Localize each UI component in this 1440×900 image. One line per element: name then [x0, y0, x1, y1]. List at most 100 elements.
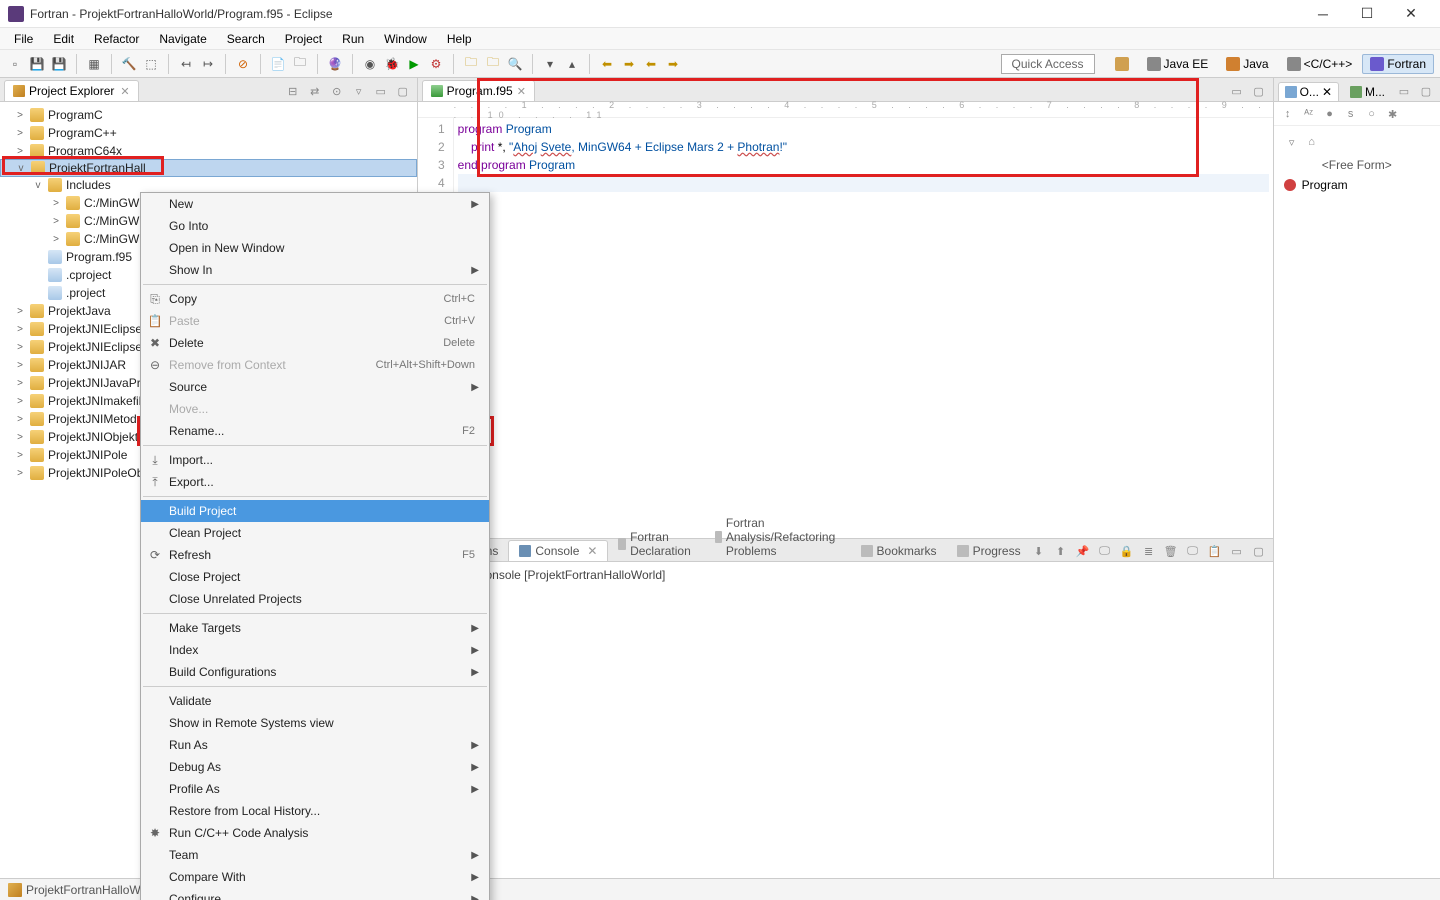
focus-icon[interactable]: ✱: [1385, 106, 1401, 122]
binary-icon[interactable]: ⬚: [142, 55, 160, 73]
display-icon[interactable]: 🖵: [1097, 543, 1113, 559]
menu-window[interactable]: Window: [374, 30, 437, 48]
build-icon[interactable]: 🔨: [120, 55, 138, 73]
menu-item-export---[interactable]: ⤒Export...: [141, 471, 489, 493]
shift-left-icon[interactable]: ↤: [177, 55, 195, 73]
menu-run[interactable]: Run: [332, 30, 374, 48]
scroll-lock-icon[interactable]: 🔒: [1119, 543, 1135, 559]
menu-item-close-unrelated-projects[interactable]: Close Unrelated Projects: [141, 588, 489, 610]
menu-item-run-c-c---code-analysis[interactable]: ✸Run C/C++ Code Analysis: [141, 822, 489, 844]
pin-icon[interactable]: 📌: [1075, 543, 1091, 559]
menu-item-build-project[interactable]: Build Project: [141, 500, 489, 522]
up-arrow-icon[interactable]: ⬆: [1053, 543, 1069, 559]
menu-item-team[interactable]: Team▶: [141, 844, 489, 866]
tree-item[interactable]: >ProgramC++: [0, 124, 417, 142]
perspective-javaee[interactable]: Java EE: [1139, 54, 1217, 74]
close-button[interactable]: ✕: [1398, 4, 1424, 24]
menu-item-show-in-remote-systems-view[interactable]: Show in Remote Systems view: [141, 712, 489, 734]
prev-annotation-icon[interactable]: ▴: [563, 55, 581, 73]
max-icon[interactable]: ▢: [1251, 543, 1267, 559]
menu-item-compare-with[interactable]: Compare With▶: [141, 866, 489, 888]
open-task-icon[interactable]: 🗀: [484, 55, 502, 73]
hide-fields-icon[interactable]: ●: [1322, 106, 1338, 122]
wrap-icon[interactable]: ≣: [1141, 543, 1157, 559]
menu-item-profile-as[interactable]: Profile As▶: [141, 778, 489, 800]
menu-edit[interactable]: Edit: [43, 30, 84, 48]
project-explorer-tab[interactable]: Project Explorer ✕: [4, 80, 139, 101]
menu-item-close-project[interactable]: Close Project: [141, 566, 489, 588]
menu-item-show-in[interactable]: Show In▶: [141, 259, 489, 281]
preview-icon[interactable]: ▦: [85, 55, 103, 73]
sort-icon[interactable]: ↕: [1280, 106, 1296, 122]
minimize-view-icon[interactable]: ▭: [1396, 83, 1412, 99]
menu-item-build-configurations[interactable]: Build Configurations▶: [141, 661, 489, 683]
shift-right-icon[interactable]: ↦: [199, 55, 217, 73]
open-perspective-button[interactable]: [1107, 54, 1137, 74]
external-tools-icon[interactable]: ⚙: [427, 55, 445, 73]
twisty-icon[interactable]: >: [14, 360, 26, 371]
tree-item[interactable]: vProjektFortranHall: [0, 159, 417, 177]
close-icon[interactable]: ✕: [517, 85, 526, 98]
twisty-icon[interactable]: >: [14, 396, 26, 407]
menu-item-open-in-new-window[interactable]: Open in New Window: [141, 237, 489, 259]
tab-progress[interactable]: Progress: [947, 541, 1031, 561]
assist-icon[interactable]: 🔮: [326, 55, 344, 73]
menu-item-new[interactable]: New▶: [141, 193, 489, 215]
code-line[interactable]: [458, 174, 1269, 192]
code-line[interactable]: end program Program: [458, 156, 1269, 174]
link-editor-icon[interactable]: ⇄: [307, 83, 323, 99]
twisty-icon[interactable]: >: [50, 198, 62, 209]
quick-access-input[interactable]: Quick Access: [1001, 54, 1095, 74]
last-edit-icon[interactable]: ⬅: [642, 55, 660, 73]
maximize-editor-icon[interactable]: ▢: [1251, 83, 1267, 99]
clear-icon[interactable]: 🗑: [1163, 543, 1179, 559]
terminate-icon[interactable]: ⊘: [234, 55, 252, 73]
menu-item-clean-project[interactable]: Clean Project: [141, 522, 489, 544]
editor-tab-program[interactable]: Program.f95 ✕: [422, 80, 535, 101]
minimize-button[interactable]: ─: [1310, 4, 1336, 24]
menu-item-go-into[interactable]: Go Into: [141, 215, 489, 237]
search-icon[interactable]: 🔍: [506, 55, 524, 73]
minimize-editor-icon[interactable]: ▭: [1229, 83, 1245, 99]
collapse-all-icon[interactable]: ⊟: [285, 83, 301, 99]
az-sort-icon[interactable]: ᴬᶻ: [1301, 106, 1317, 122]
twisty-icon[interactable]: >: [14, 450, 26, 461]
tree-item[interactable]: >ProgramC64x: [0, 142, 417, 160]
hide-nonpublic-icon[interactable]: ○: [1364, 106, 1380, 122]
outline-tab[interactable]: O... ✕: [1278, 82, 1339, 101]
hide-static-icon[interactable]: s: [1343, 106, 1359, 122]
twisty-icon[interactable]: >: [14, 306, 26, 317]
run-icon[interactable]: ▶: [405, 55, 423, 73]
twisty-icon[interactable]: >: [14, 468, 26, 479]
code-line[interactable]: program Program: [458, 120, 1269, 138]
menu-item-run-as[interactable]: Run As▶: [141, 734, 489, 756]
menu-item-source[interactable]: Source▶: [141, 376, 489, 398]
menu-item-delete[interactable]: ✖DeleteDelete: [141, 332, 489, 354]
twisty-icon[interactable]: v: [15, 163, 27, 174]
make-tab[interactable]: M...: [1343, 82, 1392, 101]
open-console-icon[interactable]: 🖵: [1185, 543, 1201, 559]
menu-item-restore-from-local-history---[interactable]: Restore from Local History...: [141, 800, 489, 822]
perspective-java[interactable]: Java: [1218, 54, 1276, 74]
view-menu-icon[interactable]: ▿: [351, 83, 367, 99]
new-folder-icon[interactable]: 🗀: [291, 55, 309, 73]
menu-item-rename---[interactable]: Rename...F2: [141, 420, 489, 442]
twisty-icon[interactable]: >: [14, 432, 26, 443]
menu-item-validate[interactable]: Validate: [141, 690, 489, 712]
twisty-icon[interactable]: >: [14, 146, 26, 157]
menu-item-make-targets[interactable]: Make Targets▶: [141, 617, 489, 639]
menu-project[interactable]: Project: [275, 30, 332, 48]
twisty-icon[interactable]: >: [14, 342, 26, 353]
save-icon[interactable]: 💾: [28, 55, 46, 73]
close-icon[interactable]: ✕: [1322, 85, 1332, 99]
outline-item-program[interactable]: Program: [1284, 178, 1430, 192]
editor-body[interactable]: 1234 program Program print *, "Ahoj Svet…: [418, 118, 1273, 538]
menu-help[interactable]: Help: [437, 30, 482, 48]
menu-item-configure[interactable]: Configure▶: [141, 888, 489, 900]
next-annotation-icon[interactable]: ▾: [541, 55, 559, 73]
twisty-icon[interactable]: >: [14, 378, 26, 389]
menu-refactor[interactable]: Refactor: [84, 30, 149, 48]
expand-icon[interactable]: ▿: [1284, 134, 1300, 150]
back-icon[interactable]: ⬅: [598, 55, 616, 73]
new-class-icon[interactable]: 📄: [269, 55, 287, 73]
